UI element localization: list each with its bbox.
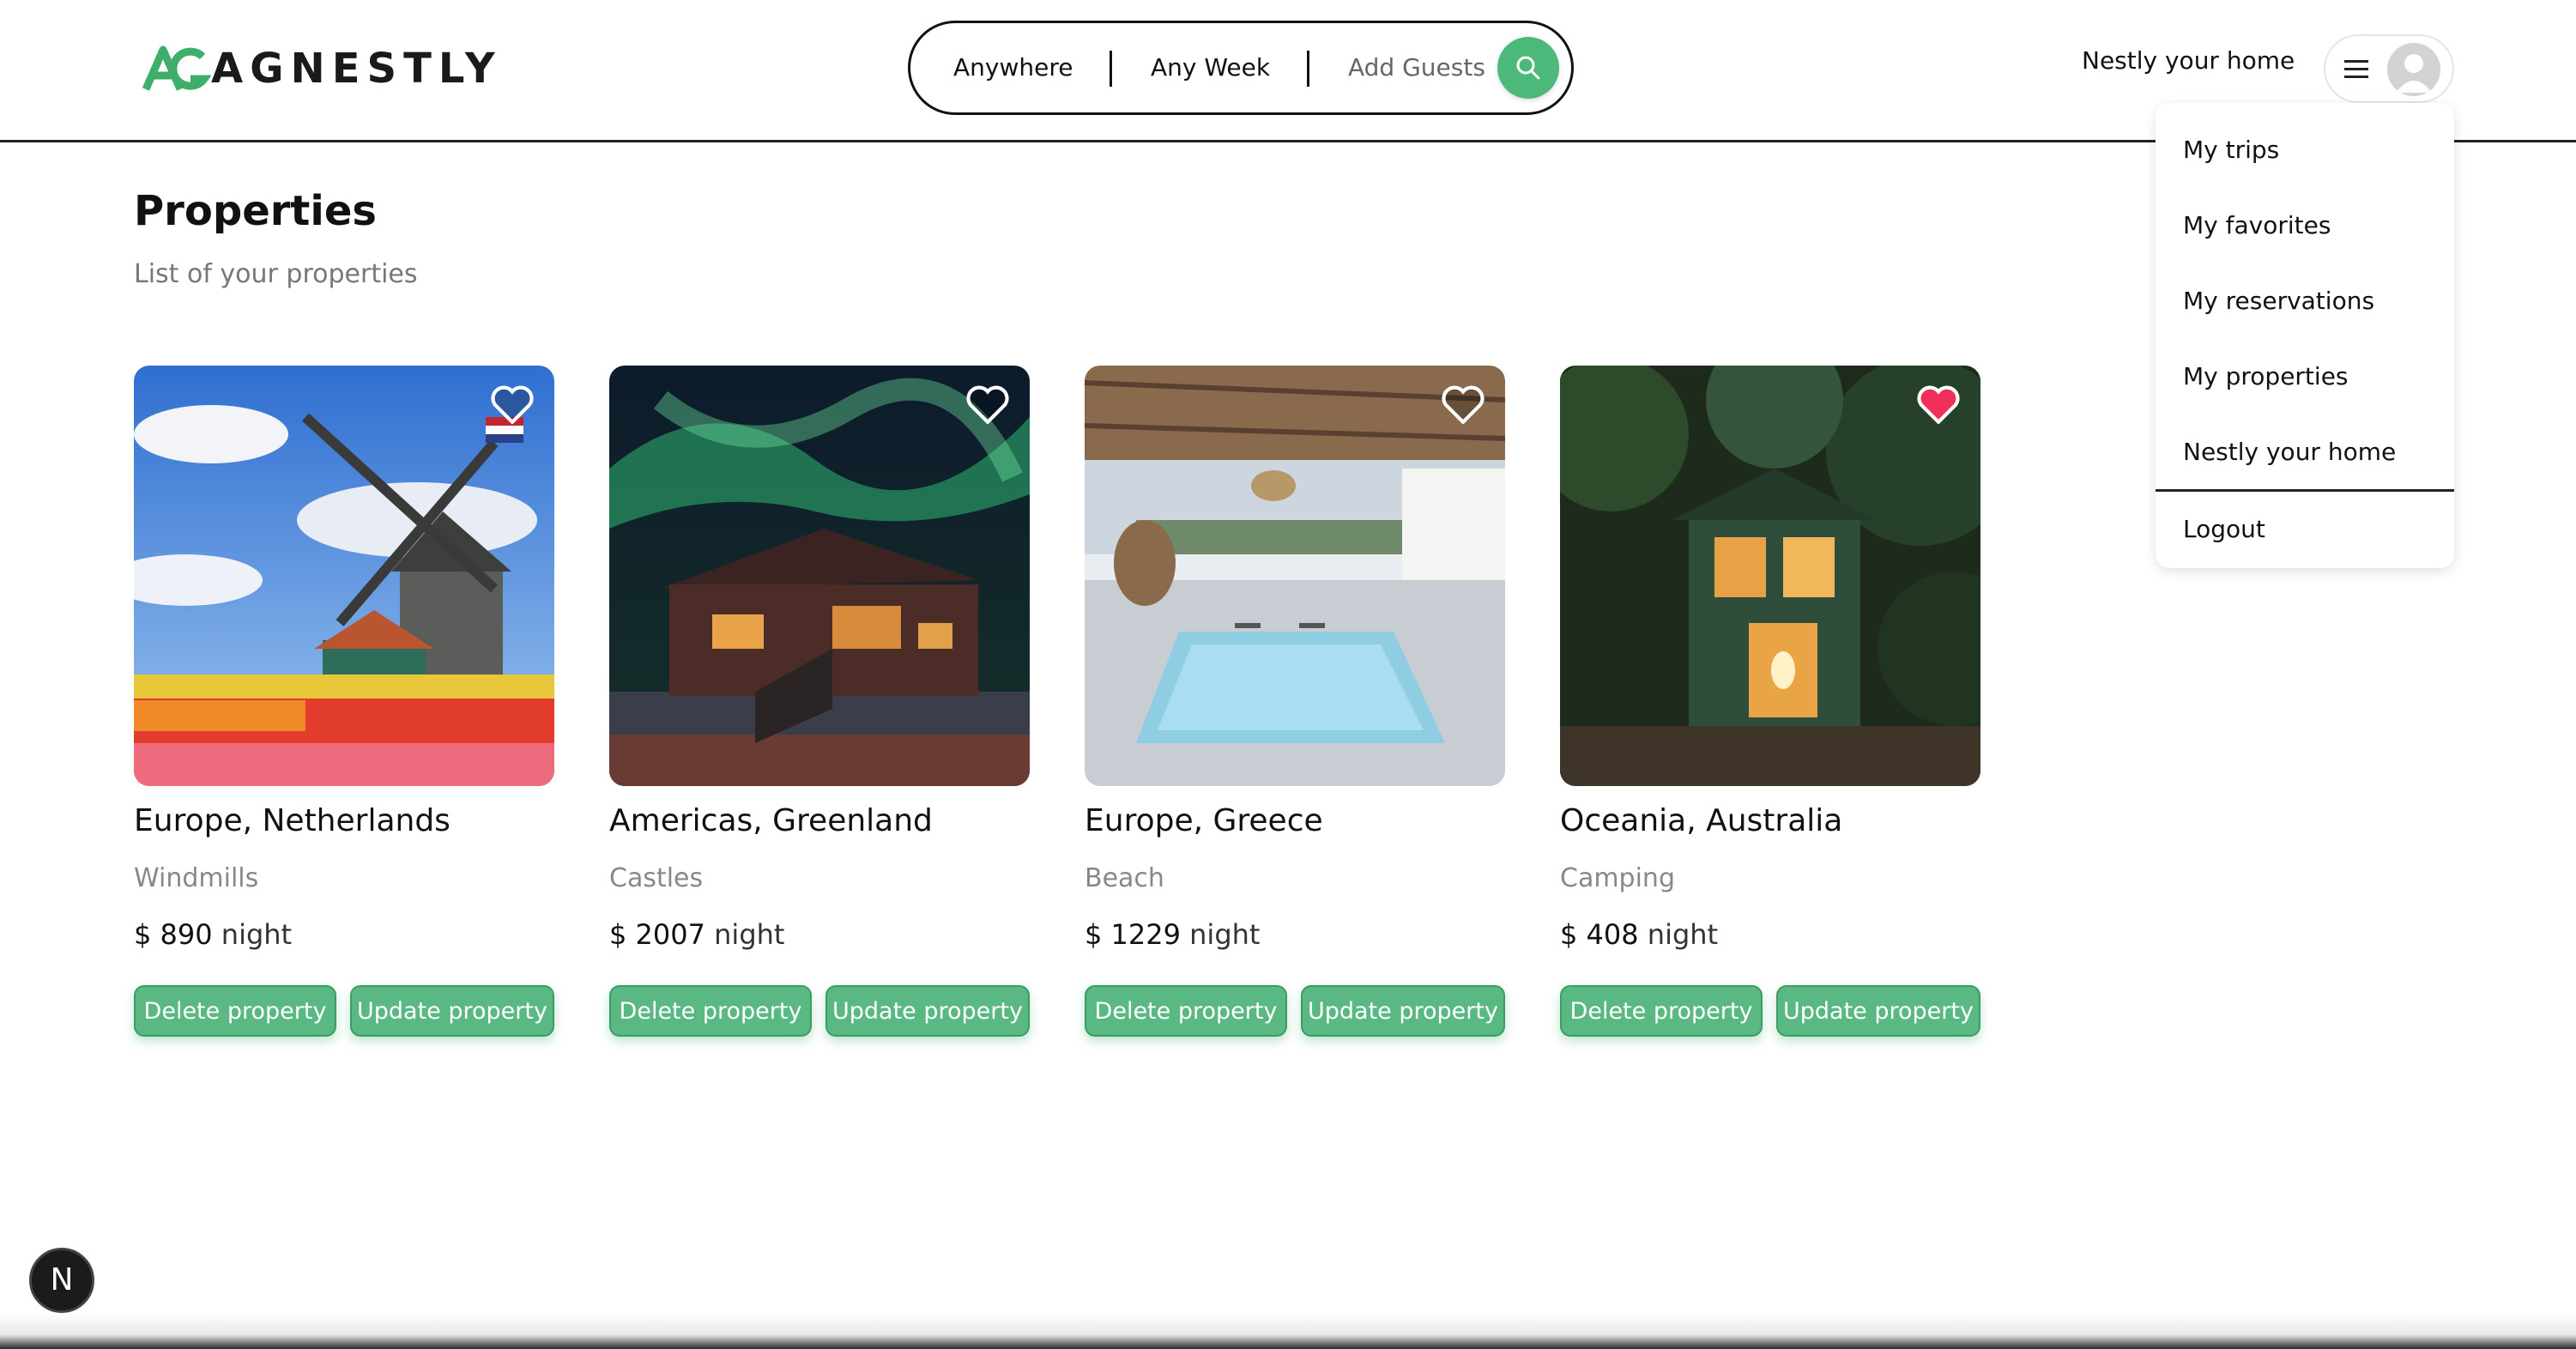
property-card[interactable]: Americas, Greenland Castles $ 2007 night… [609, 366, 1030, 1044]
property-location: Americas, Greenland [609, 803, 933, 838]
menu-divider [2156, 489, 2454, 492]
property-price: $ 1229 night [1085, 918, 1260, 951]
property-card[interactable]: Europe, Netherlands Windmills $ 890 nigh… [134, 366, 554, 1044]
menu-item-my-properties[interactable]: My properties [2183, 362, 2349, 390]
menu-item-my-trips[interactable]: My trips [2183, 136, 2279, 164]
nestly-your-home-link[interactable]: Nestly your home [2082, 46, 2295, 75]
property-image[interactable] [134, 366, 554, 786]
property-price: $ 2007 night [609, 918, 784, 951]
property-image[interactable] [609, 366, 1030, 786]
heart-icon[interactable] [1442, 384, 1485, 424]
price-value: $ 890 [134, 918, 213, 951]
delete-property-button[interactable]: Delete property [134, 985, 336, 1037]
heart-icon[interactable] [491, 384, 534, 424]
user-menu-button[interactable] [2324, 34, 2454, 103]
property-location: Europe, Greece [1085, 803, 1323, 838]
menu-item-my-reservations[interactable]: My reservations [2183, 287, 2374, 315]
delete-property-button[interactable]: Delete property [1560, 985, 1763, 1037]
property-price: $ 408 night [1560, 918, 1718, 951]
property-location: Oceania, Australia [1560, 803, 1843, 838]
update-property-button[interactable]: Update property [1776, 985, 1980, 1037]
heart-filled-icon[interactable] [1917, 384, 1960, 424]
forest-cabin-photo [1560, 366, 1980, 786]
logo-text: AGNESTLY [211, 45, 502, 93]
property-category: Castles [609, 863, 704, 893]
windmill-photo [134, 366, 554, 786]
menu-item-nestly-your-home[interactable]: Nestly your home [2183, 438, 2396, 466]
delete-property-button[interactable]: Delete property [1085, 985, 1287, 1037]
search-add-guests[interactable]: Add Guests [1348, 23, 1485, 112]
search-anywhere[interactable]: Anywhere [953, 23, 1073, 112]
price-value: $ 2007 [609, 918, 705, 951]
pool-terrace-photo [1085, 366, 1505, 786]
page-subtitle: List of your properties [134, 259, 418, 289]
search-bar[interactable]: Anywhere Any Week Add Guests [908, 21, 1574, 115]
update-property-button[interactable]: Update property [350, 985, 554, 1037]
app-logo[interactable]: AGNESTLY [142, 41, 502, 96]
delete-property-button[interactable]: Delete property [609, 985, 812, 1037]
heart-icon[interactable] [966, 384, 1009, 424]
price-unit: night [1189, 918, 1261, 951]
search-icon [1516, 56, 1540, 80]
property-price: $ 890 night [134, 918, 292, 951]
property-location: Europe, Netherlands [134, 803, 450, 838]
avatar [2387, 43, 2440, 96]
property-category: Windmills [134, 863, 259, 893]
price-value: $ 1229 [1085, 918, 1181, 951]
user-dropdown-menu: My trips My favorites My reservations My… [2156, 103, 2454, 568]
search-divider [1110, 51, 1112, 87]
property-card[interactable]: Europe, Greece Beach $ 1229 night Delete… [1085, 366, 1505, 1044]
bottom-edge [0, 1313, 2576, 1349]
update-property-button[interactable]: Update property [1301, 985, 1505, 1037]
price-unit: night [221, 918, 293, 951]
logo-mark-icon [142, 45, 211, 91]
property-image[interactable] [1085, 366, 1505, 786]
menu-item-logout[interactable]: Logout [2183, 515, 2265, 543]
property-card[interactable]: Oceania, Australia Camping $ 408 night D… [1560, 366, 1980, 1044]
property-image[interactable] [1560, 366, 1980, 786]
price-unit: night [1647, 918, 1719, 951]
price-value: $ 408 [1560, 918, 1639, 951]
menu-item-my-favorites[interactable]: My favorites [2183, 211, 2331, 239]
search-divider [1307, 51, 1309, 87]
property-category: Camping [1560, 863, 1675, 893]
search-button[interactable] [1497, 37, 1559, 99]
price-unit: night [714, 918, 785, 951]
next-dev-badge[interactable]: N [29, 1248, 94, 1313]
search-any-week[interactable]: Any Week [1151, 23, 1270, 112]
avatar-placeholder-icon [2387, 43, 2440, 96]
update-property-button[interactable]: Update property [825, 985, 1030, 1037]
property-category: Beach [1085, 863, 1164, 893]
hamburger-icon [2344, 60, 2368, 79]
page-title: Properties [134, 187, 377, 235]
aurora-cabin-photo [609, 366, 1030, 786]
